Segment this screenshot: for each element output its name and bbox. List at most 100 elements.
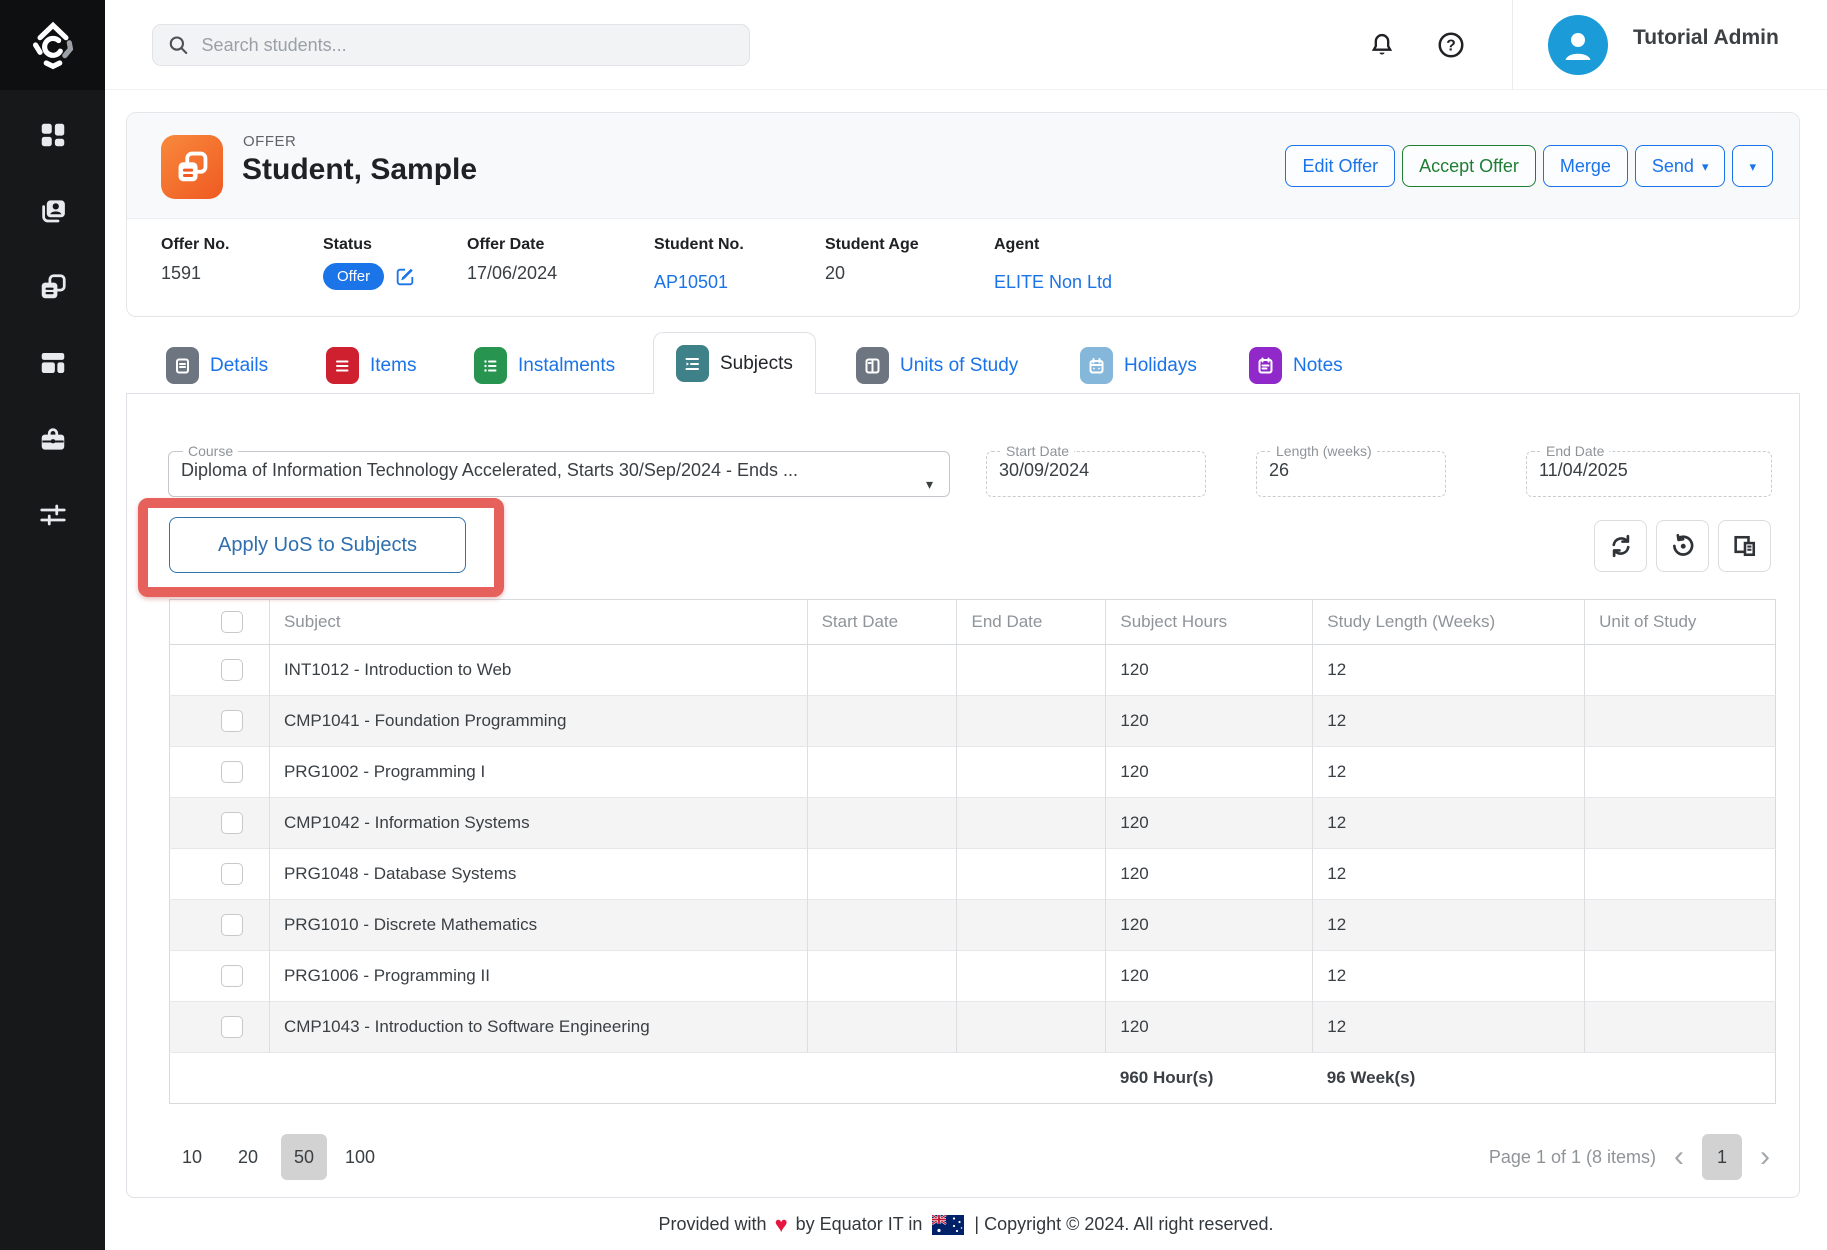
sidebar-item-students[interactable]	[30, 194, 76, 228]
table-row[interactable]: PRG1010 - Discrete Mathematics 120 12	[170, 900, 1776, 951]
student-age-value: 20	[825, 263, 845, 284]
footer-text-2: by Equator IT in	[796, 1214, 923, 1235]
history-button[interactable]	[1656, 520, 1709, 572]
tab-label: Items	[370, 355, 416, 377]
user-name[interactable]: Tutorial Admin	[1633, 26, 1779, 50]
cell-start-date	[807, 900, 957, 951]
column-header-end-date[interactable]: End Date	[957, 600, 1106, 645]
app-logo[interactable]	[0, 0, 105, 90]
page-size-10[interactable]: 10	[169, 1134, 215, 1180]
cell-start-date	[807, 951, 957, 1002]
row-checkbox[interactable]	[221, 1016, 243, 1038]
cell-study-length: 12	[1313, 798, 1585, 849]
tab-units-of-study[interactable]: Units of Study	[856, 347, 1018, 384]
agent-link[interactable]: ELITE Non Ltd	[994, 272, 1112, 293]
heart-icon: ♥	[775, 1214, 788, 1236]
row-checkbox[interactable]	[221, 659, 243, 681]
tab-subjects[interactable]: Subjects	[653, 332, 816, 394]
end-date-label: End Date	[1541, 443, 1609, 459]
length-weeks-field[interactable]: Length (weeks) 26	[1256, 443, 1446, 497]
meta-label: Offer Date	[467, 236, 557, 254]
briefcase-icon	[38, 424, 68, 454]
start-date-value: 30/09/2024	[999, 460, 1193, 481]
sidebar-item-courses[interactable]	[30, 346, 76, 380]
table-row[interactable]: CMP1042 - Information Systems 120 12	[170, 798, 1776, 849]
tab-items[interactable]: Items	[326, 347, 416, 384]
select-all-checkbox[interactable]	[221, 611, 243, 633]
meta-value-wrap: Offer	[323, 263, 416, 290]
table-row[interactable]: PRG1006 - Programming II 120 12	[170, 951, 1776, 1002]
australia-flag-icon	[932, 1215, 964, 1235]
topbar-divider	[1512, 0, 1513, 90]
subjects-icon	[676, 345, 709, 382]
table-row[interactable]: PRG1002 - Programming I 120 12	[170, 747, 1776, 798]
more-actions-button[interactable]: ▾	[1732, 145, 1773, 187]
previous-page-button[interactable]: ‹	[1670, 1142, 1688, 1172]
student-no-link[interactable]: AP10501	[654, 272, 728, 293]
cell-study-length: 12	[1313, 951, 1585, 1002]
copy-button[interactable]	[1718, 520, 1771, 572]
accept-offer-button[interactable]: Accept Offer	[1402, 145, 1536, 187]
column-header-study-length-weeks[interactable]: Study Length (Weeks)	[1313, 600, 1585, 645]
row-checkbox[interactable]	[221, 863, 243, 885]
column-header-start-date[interactable]: Start Date	[807, 600, 957, 645]
row-checkbox[interactable]	[221, 761, 243, 783]
page-size-100[interactable]: 100	[337, 1134, 383, 1180]
page-size-20[interactable]: 20	[225, 1134, 271, 1180]
cell-end-date	[957, 696, 1106, 747]
table-row[interactable]: CMP1043 - Introduction to Software Engin…	[170, 1002, 1776, 1053]
column-header-subject-hours[interactable]: Subject Hours	[1106, 600, 1313, 645]
cell-subject-hours: 120	[1106, 645, 1313, 696]
apply-uos-to-subjects-button[interactable]: Apply UoS to Subjects	[169, 517, 466, 573]
table-row[interactable]: PRG1048 - Database Systems 120 12	[170, 849, 1776, 900]
tab-details[interactable]: Details	[166, 347, 268, 384]
column-header-unit-of-study[interactable]: Unit of Study	[1585, 600, 1776, 645]
current-page-button[interactable]: 1	[1702, 1134, 1742, 1180]
tab-holidays[interactable]: Holidays	[1080, 347, 1197, 384]
sidebar-item-dashboard[interactable]	[30, 118, 76, 152]
refresh-button[interactable]	[1594, 520, 1647, 572]
sidebar-item-agents[interactable]	[30, 422, 76, 456]
meta-field-agent: Agent ELITE Non Ltd	[994, 219, 1112, 293]
cell-subject-hours: 120	[1106, 1002, 1313, 1053]
course-select[interactable]: Course Diploma of Information Technology…	[168, 443, 950, 497]
tune-icon	[38, 500, 68, 530]
help-button[interactable]: ?	[1429, 23, 1473, 67]
merge-button[interactable]: Merge	[1543, 145, 1628, 187]
next-page-button[interactable]: ›	[1756, 1142, 1774, 1172]
cell-subject-hours: 120	[1106, 696, 1313, 747]
cell-unit-of-study	[1585, 1002, 1776, 1053]
cell-unit-of-study	[1585, 951, 1776, 1002]
row-checkbox[interactable]	[221, 965, 243, 987]
button-label: Accept Offer	[1419, 156, 1519, 177]
search-input[interactable]	[202, 35, 735, 56]
row-checkbox[interactable]	[221, 914, 243, 936]
sidebar-item-settings[interactable]	[30, 498, 76, 532]
cell-unit-of-study	[1585, 696, 1776, 747]
students-icon	[38, 196, 68, 226]
start-date-field[interactable]: Start Date 30/09/2024	[986, 443, 1206, 497]
notifications-button[interactable]	[1360, 23, 1404, 67]
row-checkbox[interactable]	[221, 812, 243, 834]
cell-subject-hours: 120	[1106, 849, 1313, 900]
topbar: ? Tutorial Admin	[105, 0, 1827, 90]
user-avatar[interactable]	[1548, 15, 1608, 75]
tab-instalments[interactable]: Instalments	[474, 347, 615, 384]
search-icon	[167, 33, 190, 57]
edit-status-icon[interactable]	[394, 266, 416, 288]
page-size-50[interactable]: 50	[281, 1134, 327, 1180]
end-date-field[interactable]: End Date 11/04/2025	[1526, 443, 1772, 497]
cell-study-length: 12	[1313, 849, 1585, 900]
tab-notes[interactable]: Notes	[1249, 347, 1343, 384]
send-button[interactable]: Send▾	[1635, 145, 1726, 187]
column-header-subject[interactable]: Subject	[269, 600, 807, 645]
tab-label: Notes	[1293, 355, 1343, 377]
cell-unit-of-study	[1585, 900, 1776, 951]
cell-start-date	[807, 1002, 957, 1053]
edit-offer-button[interactable]: Edit Offer	[1285, 145, 1395, 187]
table-row[interactable]: INT1012 - Introduction to Web 120 12	[170, 645, 1776, 696]
row-checkbox[interactable]	[221, 710, 243, 732]
cell-unit-of-study	[1585, 798, 1776, 849]
table-row[interactable]: CMP1041 - Foundation Programming 120 12	[170, 696, 1776, 747]
sidebar-item-offers[interactable]	[30, 270, 76, 304]
